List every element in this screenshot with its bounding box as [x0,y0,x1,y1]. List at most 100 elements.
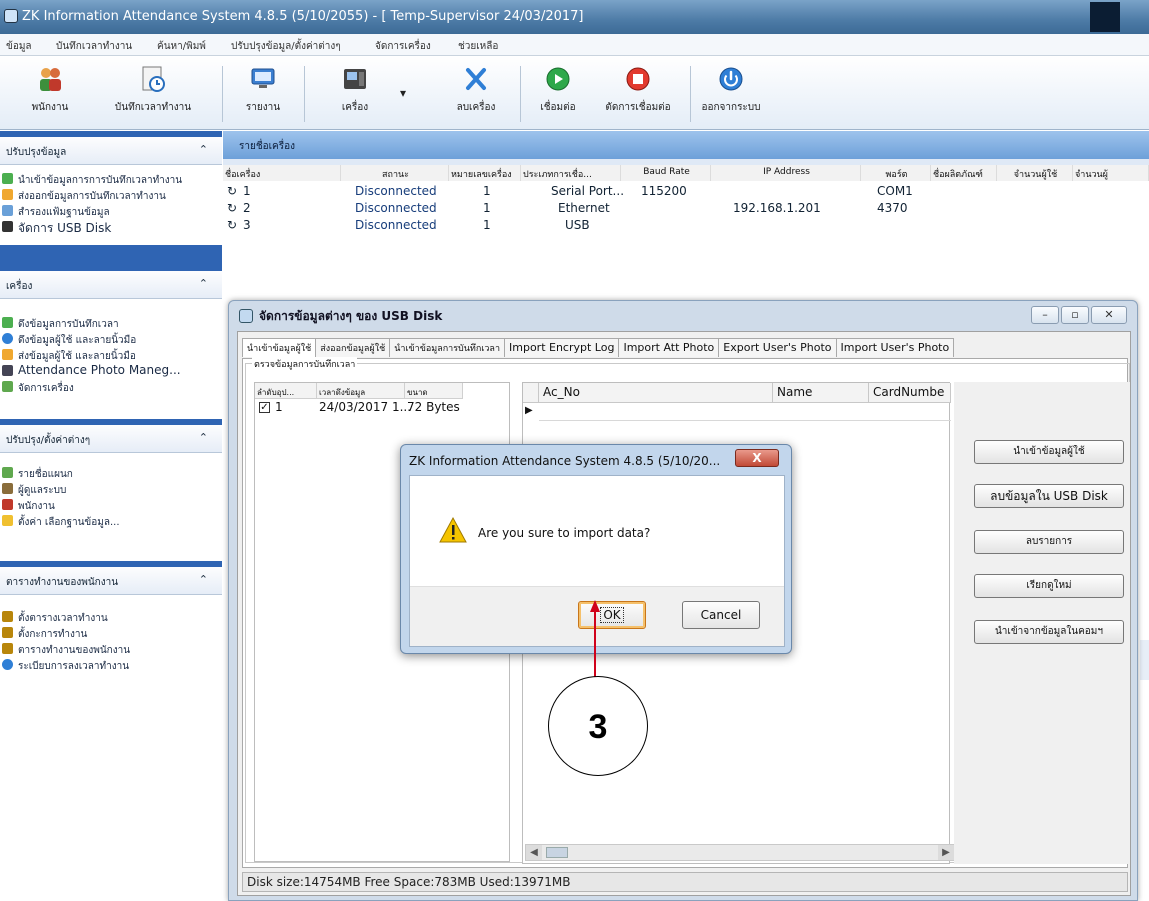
row-checkbox[interactable]: ✓ [259,402,270,413]
close-button[interactable]: ✕ [1091,306,1127,324]
collapse-chevron-icon[interactable]: ⌃ [199,431,208,444]
tab-export-users[interactable]: ส่งออกข้อมูลผู้ใช้ [315,338,391,357]
col-device-number[interactable]: หมายเลขเครื่อง [449,165,521,181]
sidebar-item-admins[interactable]: ผู้ดูแลระบบ [0,481,222,497]
col-name[interactable]: Name [773,383,869,403]
sidebar-item-upload-users[interactable]: ส่งข้อมูลผู้ใช้ และลายนิ้วมือ [0,347,222,363]
menu-item-attendance[interactable]: บันทึกเวลาทำงาน [56,39,132,54]
ok-button[interactable]: OK [578,601,646,629]
tab-import-attendance[interactable]: นำเข้าข้อมูลการบันทึกเวลา [389,338,505,357]
sidebar-item-usb-disk[interactable]: จัดการ USB Disk [0,219,222,235]
toolbar-delete-device-button[interactable]: ลบเครื่อง [446,64,506,115]
table-row[interactable]: ↻ 1 Disconnected 1 Serial Port... 115200… [223,183,1149,200]
current-row-pointer-icon: ▶ [525,405,533,416]
collapse-chevron-icon[interactable]: ⌃ [199,277,208,290]
tab-import-att-photo[interactable]: Import Att Photo [618,338,720,357]
dialog-close-button[interactable]: X [735,449,779,467]
sidebar-item-manage-device[interactable]: จัดการเครื่อง [0,379,222,395]
table-row[interactable]: ↻ 2 Disconnected 1 Ethernet 192.168.1.20… [223,200,1149,217]
toolbar-device-button[interactable]: เครื่อง [330,64,380,115]
sidebar-item-timetable[interactable]: ตั้งตารางเวลาทำงาน [0,609,222,625]
toolbar-connect-button[interactable]: เชื่อมต่อ [530,64,586,115]
table-row[interactable]: ✓ 1 24/03/2017 1... 72 Bytes [255,399,511,417]
sidebar-item-select-db[interactable]: ตั้งค่า เลือกฐานข้อมูล... [0,513,222,529]
sidebar-group-header[interactable]: ปรับปรุงข้อมูล ⌃ [0,137,222,165]
sidebar-group-header[interactable]: เครื่อง ⌃ [0,271,222,299]
collapse-chevron-icon[interactable]: ⌃ [199,573,208,586]
sidebar-item-attendance-rules[interactable]: ระเบียบการลงเวลาทำงาน [0,657,222,673]
col-baud-rate[interactable]: Baud Rate [621,165,711,181]
menu-item-device-management[interactable]: จัดการเครื่อง [375,39,431,54]
tab-import-user-photo[interactable]: Import User's Photo [835,338,955,357]
port-cell: 4370 [877,201,908,215]
sidebar-item-download-records[interactable]: ดึงข้อมูลการบันทึกเวลา [0,315,222,331]
toolbar-report-button[interactable]: รายงาน [238,64,288,115]
toolbar-disconnect-button[interactable]: ตัดการเชื่อมต่อ [598,64,678,115]
col-device-name[interactable]: ชื่อเครื่อง [223,165,341,181]
empty-new-row[interactable] [539,403,951,421]
import-users-button[interactable]: นำเข้าข้อมูลผู้ใช้ [974,440,1124,464]
sidebar-group-header[interactable]: ปรับปรุง/ตั้งค่าต่างๆ ⌃ [0,425,222,453]
sidebar-item-backup-db[interactable]: สำรองแฟ้มฐานข้อมูล [0,203,222,219]
sidebar-item-attendance-photo[interactable]: Attendance Photo Maneg... [0,363,222,379]
baud-cell: 115200 [641,184,687,198]
status-cell: Disconnected [355,184,437,198]
scroll-right-icon[interactable]: ▶ [938,845,954,860]
toolbar-logout-button[interactable]: ออกจากระบบ [696,64,766,115]
col-status[interactable]: สถานะ [341,165,449,181]
scroll-left-icon[interactable]: ◀ [526,845,542,860]
menu-item-data[interactable]: ข้อมูล [6,39,32,54]
tab-import-encrypt-log[interactable]: Import Encrypt Log [504,338,620,357]
col-port[interactable]: พอร์ต [861,165,931,181]
col-ip-address[interactable]: IP Address [711,165,861,181]
menu-item-help[interactable]: ช่วยเหลือ [458,39,498,54]
collapse-chevron-icon[interactable]: ⌃ [199,143,208,156]
tab-import-users[interactable]: นำเข้าข้อมูลผู้ใช้ [242,338,317,357]
col-connection-type[interactable]: ประเภทการเชื่อ... [521,165,621,181]
col-fetch-time[interactable]: เวลาดึงข้อมูล [317,383,405,399]
sidebar-group-header[interactable]: ตารางทำงานของพนักงาน ⌃ [0,567,222,595]
delete-items-button[interactable]: ลบรายการ [974,530,1124,554]
sidebar-item-employee-schedule[interactable]: ตารางทำงานของพนักงาน [0,641,222,657]
background-window-edge [1140,640,1149,680]
menu-item-settings[interactable]: ปรับปรุงข้อมูล/ตั้งค่าต่างๆ [231,39,341,54]
sidebar-item-shifts[interactable]: ตั้งกะการทำงาน [0,625,222,641]
col-users[interactable]: จำนวนผู้ใช้ [997,165,1073,181]
toolbar-label: เครื่อง [341,102,369,113]
col-product[interactable]: ชื่อผลิตภัณฑ์ [931,165,997,181]
maximize-button[interactable]: ▫ [1061,306,1089,324]
toolbar-device-dropdown[interactable]: ▾ [396,86,410,100]
toolbar-employees-button[interactable]: พนักงาน [20,64,80,115]
report-icon [251,68,275,88]
sidebar-item-label: ดึงข้อมูลการบันทึกเวลา [18,319,119,330]
minimize-button[interactable]: – [1031,306,1059,324]
photo-icon [2,365,13,376]
sidebar-item-export-attendance[interactable]: ส่งออกข้อมูลการบันทึกเวลาทำงาน [0,187,222,203]
sidebar-item-employees[interactable]: พนักงาน [0,497,222,513]
sidebar-item-download-users[interactable]: ดึงข้อมูลผู้ใช้ และลายนิ้วมือ [0,331,222,347]
refresh-button[interactable]: เรียกดูใหม่ [974,574,1124,598]
device-name-cell: 3 [243,218,251,232]
delete-usb-data-button[interactable]: ลบข้อมูลใน USB Disk [974,484,1124,508]
cancel-button[interactable]: Cancel [682,601,760,629]
col-ac-no[interactable]: Ac_No [539,383,773,403]
step-number-badge: 3 [548,676,648,776]
menu-item-search-print[interactable]: ค้นหา/พิมพ์ [157,39,206,54]
toolbar-label: พนักงาน [31,102,69,113]
col-card-number[interactable]: CardNumbe [869,383,951,403]
scroll-thumb[interactable] [546,847,568,858]
sidebar-item-import-attendance[interactable]: นำเข้าข้อมูลการการบันทึกเวลาทำงาน [0,171,222,187]
toolbar-attendance-button[interactable]: บันทึกเวลาทำงาน [98,64,208,115]
col-users-2[interactable]: จำนวนผู้ [1073,165,1149,181]
tab-export-user-photo[interactable]: Export User's Photo [718,338,837,357]
sidebar-item-departments[interactable]: รายชื่อแผนก [0,465,222,481]
horizontal-scrollbar[interactable]: ◀ ▶ [525,844,955,861]
toolbar-label: ลบเครื่อง [456,102,496,113]
col-index[interactable]: ลำดับอุป... [255,383,317,399]
import-from-computer-button[interactable]: นำเข้าจากข้อมูลในคอมฯ [974,620,1124,644]
sidebar-item-label: รายชื่อแผนก [18,469,73,480]
table-row[interactable]: ↻ 3 Disconnected 1 USB [223,217,1149,234]
window-titlebar[interactable]: ZK Information Attendance System 4.8.5 (… [0,0,1149,34]
device-row-icon: ↻ [227,184,238,198]
col-size[interactable]: ขนาด [405,383,463,399]
